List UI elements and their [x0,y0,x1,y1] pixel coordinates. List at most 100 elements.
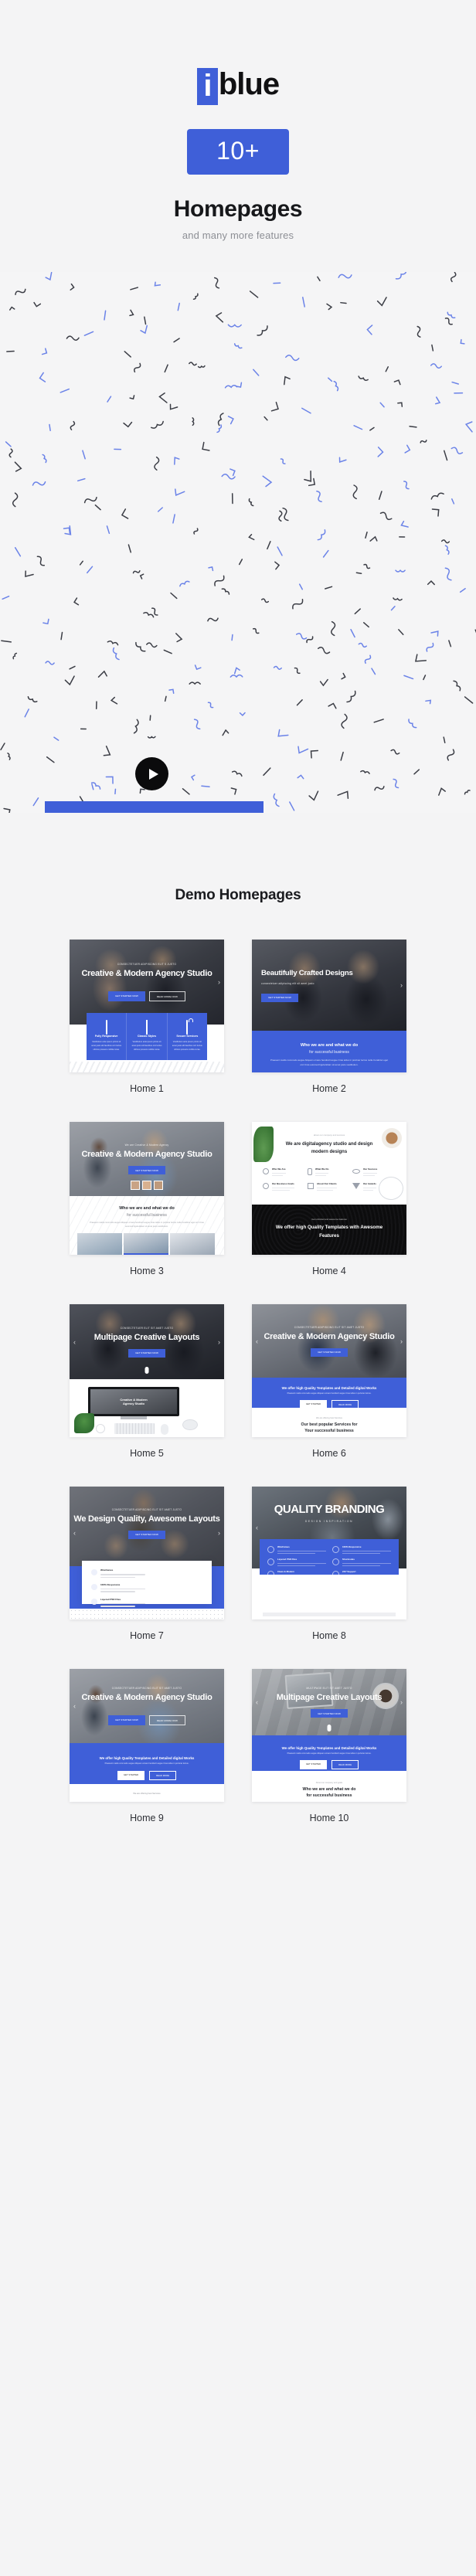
carousel-prev-icon[interactable]: ‹ [73,1529,76,1537]
demo-thumbnail[interactable]: CONSECTETUER ADIPISCING ELIT S JUSTO Cre… [70,940,224,1073]
carousel-prev-icon[interactable]: ‹ [256,1524,258,1531]
plant-decor [253,1127,274,1163]
thumb-footer: About our company and goals Who we are a… [252,1771,406,1803]
feature-cell: Secure Services Vestibulum ante ipsum pri… [166,1013,207,1060]
thumb-feature-card: Wireframes 100% Responsive Layered PSD F… [82,1561,212,1619]
thumb-primary-button[interactable]: GET STARTED NOW [311,1347,348,1357]
carousel-prev-icon[interactable]: ‹ [256,1698,258,1706]
thumb-secondary-button[interactable]: READ MORE NOW [148,991,185,1002]
band-secondary-button[interactable]: READ MORE [332,1400,359,1410]
band-secondary-button[interactable]: READ MORE [149,1771,177,1781]
feature-body: Vestibulum ante ipsum primis sit amet ju… [172,1041,202,1052]
band-body: Praesent mattis commodo augue Aliquam or… [287,1752,372,1755]
code-icon [332,1558,339,1566]
demo-card-home-4[interactable]: about our company and success We are dig… [252,1122,406,1276]
band-title: Who we are and what we do [300,1043,359,1048]
brand-logo: i blue [196,66,280,106]
carousel-next-icon[interactable]: › [218,1529,220,1537]
demo-card-label: Home 4 [312,1266,346,1277]
demo-thumbnail[interactable]: CONSECTETUER ADIPISCING ELIT SIT AMET JU… [70,1669,224,1803]
band-title: We offer high Quality Templates and Deta… [281,1746,377,1751]
thumb-primary-button[interactable]: GET STARTED NOW [261,993,298,1002]
footer-kicker: We are offering best Services [316,1417,342,1420]
demo-card-home-5[interactable]: CONSECTETUER ELIT SIT AMET JUSTO Multipa… [70,1304,224,1459]
thumb-title: Multipage Creative Layouts [94,1332,200,1342]
band-buttons: GET STARTED READ MORE [70,1771,224,1781]
thumb-dark-band: Get unlimited and awesome features We of… [252,1205,406,1256]
thumb-photo-row [77,1233,215,1256]
feature-title: Clean & Modern [277,1570,295,1574]
service-icon [352,1168,360,1174]
demo-thumbnail[interactable]: CONSECTETUER ADIPISCING ELIT SIT AMET JU… [70,1487,224,1620]
play-video-button[interactable] [135,757,168,791]
carousel-next-icon[interactable]: › [400,1698,403,1706]
thumb-primary-button[interactable]: GET STARTED NOW [108,991,145,1002]
carousel-next-icon[interactable]: › [400,1337,403,1345]
thumb-kicker: consectetuer adipiscing elit sit amet ju… [261,981,314,985]
thumb-title: Creative & Modern Agency Studio [81,1150,212,1160]
feature-title: Layered PSD Files [277,1558,298,1562]
demo-card-home-7[interactable]: CONSECTETUER ADIPISCING ELIT SIT AMET JU… [70,1487,224,1641]
feature-body: Vestibulum ante ipsum primis sit amet ju… [91,1041,122,1052]
demo-thumbnail[interactable]: QUALITY BRANDING DESIGN INSPIRATION ‹ Wi… [252,1487,406,1620]
feature-title: 100% Responsive [100,1582,121,1586]
carousel-prev-icon[interactable]: ‹ [73,1338,76,1346]
footer-title: Who we are and what we do [302,1787,356,1793]
band-secondary-button[interactable]: READ MORE [332,1760,359,1770]
feature-title: Classic Styles [137,1035,157,1038]
band-body: Praesent mattis commodo augue Aliquam or… [287,1392,372,1395]
demo-thumbnail[interactable]: We are Creative & Modern Agency Creative… [70,1122,224,1256]
service-item: About Our Clients [308,1182,348,1191]
thumb-footer: We are offering best Services [70,1784,224,1803]
thumb-band: Who we are and what we do for successful… [70,1196,224,1256]
feature-cell: Fully Responsive Vestibulum ante ipsum pr… [87,1013,126,1060]
demo-card-home-1[interactable]: CONSECTETUER ADIPISCING ELIT S JUSTO Cre… [70,940,224,1094]
thumb-primary-button[interactable]: GET STARTED NOW [128,1166,165,1175]
feature-item: Layered PSD Files [91,1598,145,1607]
thumb-primary-button[interactable]: GET STARTED NOW [128,1530,165,1539]
thumb-kicker: CONSECTETUER ADIPISCING ELIT SIT AMET JU… [111,1687,182,1691]
demo-card-home-9[interactable]: CONSECTETUER ADIPISCING ELIT SIT AMET JU… [70,1669,224,1823]
demo-thumbnail[interactable]: CONSECTETUER ADIPISCING ELIT SIT AMET JU… [252,1304,406,1438]
service-icon [263,1167,269,1174]
carousel-prev-icon[interactable]: ‹ [256,1337,258,1345]
carousel-prev-icon[interactable]: ‹ [73,1702,76,1710]
thumb-primary-button[interactable]: GET STARTED NOW [128,1348,165,1358]
band-primary-button[interactable]: GET STARTED [299,1760,328,1770]
hero-showcase: Build Modern, creative and clean templat… [0,272,476,814]
thumb-copy: CONSECTETUER ADIPISCING ELIT S JUSTO Cre… [70,940,224,1025]
thumb-secondary-button[interactable]: READ MORE NOW [148,1715,185,1726]
mobile-icon [332,1546,339,1554]
thumb-primary-button[interactable]: GET STARTED NOW [311,1709,348,1718]
demo-thumbnail[interactable]: CONSECTETUER ELIT SIT AMET JUSTO Multipa… [70,1304,224,1438]
band-body: Praesent mattis commodo augue Aliquam or… [104,1762,189,1765]
carousel-next-icon[interactable]: › [218,978,220,986]
thumb-kicker: DESIGN INSPIRATION [304,1519,354,1523]
band-buttons: GET STARTED READ MORE [252,1760,406,1770]
demo-card-home-10[interactable]: MULTIPAGE ELIT SIT AMET JUSTO Multipage … [252,1669,406,1823]
band-primary-button[interactable]: GET STARTED [117,1771,145,1781]
demo-thumbnail[interactable]: Beautifully Crafted Designs consectetuer… [252,940,406,1073]
support-icon [332,1571,339,1579]
feature-item: Wireframes [91,1568,145,1578]
feature-title: 100% Responsive [342,1545,362,1549]
count-badge-wrapper: 10+ [0,129,476,175]
band-primary-button[interactable]: GET STARTED [299,1400,328,1410]
plant-decor [74,1413,94,1434]
coffee-decor [382,1128,402,1149]
demo-card-home-2[interactable]: Beautifully Crafted Designs consectetuer… [252,940,406,1094]
demo-card-home-6[interactable]: CONSECTETUER ADIPISCING ELIT SIT AMET JU… [252,1304,406,1459]
carousel-next-icon[interactable]: › [218,1338,220,1346]
demo-thumbnail[interactable]: about our company and success We are dig… [252,1122,406,1256]
demo-card-home-3[interactable]: We are Creative & Modern Agency Creative… [70,1122,224,1276]
demo-thumbnail[interactable]: MULTIPAGE ELIT SIT AMET JUSTO Multipage … [252,1669,406,1803]
scroll-mouse-icon [144,1367,149,1375]
thumb-buttons: GET STARTED NOW READ MORE NOW [108,1710,185,1726]
feature-item: 100% Responsive [332,1545,391,1555]
thumb-primary-button[interactable]: GET STARTED NOW [108,1715,145,1726]
demo-card-home-8[interactable]: QUALITY BRANDING DESIGN INSPIRATION ‹ Wi… [252,1487,406,1641]
feature-item: Wireframes [267,1545,326,1555]
carousel-next-icon[interactable]: › [400,981,403,989]
thumb-footer-strip [263,1613,396,1617]
homepage-count-badge: 10+ [187,129,289,175]
